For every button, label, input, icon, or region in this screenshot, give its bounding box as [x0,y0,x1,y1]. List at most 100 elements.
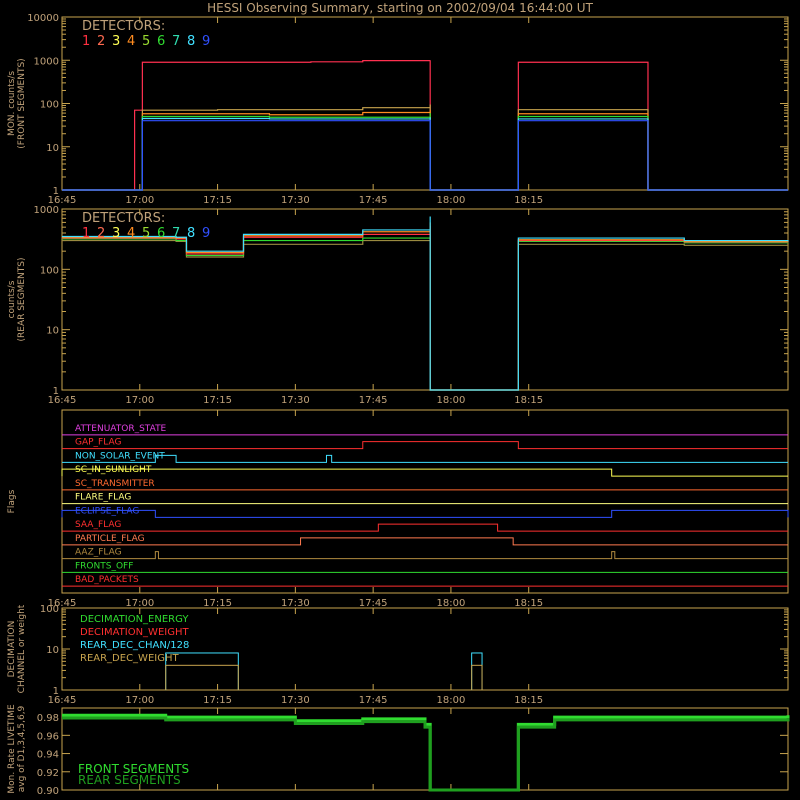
y-axis-label: Mon. Rate LIVETIME [7,704,17,794]
decimation-legend-0: DECIMATION_ENERGY [80,614,189,625]
x-tick-label: 17:30 [281,598,310,609]
legend-title: DETECTORS: [82,19,165,34]
flag-label-eclipse-flag: ECLIPSE_FLAG [75,506,139,516]
x-tick-label: 18:00 [437,195,466,206]
series-rear-2 [62,226,789,391]
flag-label-saa-flag: SAA_FLAG [75,520,121,530]
x-tick-label: 17:00 [125,395,154,406]
legend-detector-9: 9 [202,34,210,49]
y-tick-label: 0.94 [37,750,59,761]
legend-detector-5: 5 [142,34,150,49]
y-axis-label: CHANNEL or weight [17,604,27,693]
legend-detector-3: 3 [112,34,120,49]
y-tick-label: 10000 [27,13,59,24]
y-tick-label: 0.98 [37,713,59,724]
x-tick-label: 18:00 [437,695,466,706]
y-tick-label: 100 [40,604,59,615]
panel-frame-front [61,16,789,191]
decimation-box-0-1 [471,652,483,691]
decimation-legend-2: REAR_DEC_CHAN/128 [80,640,189,651]
y-axis-label: MON. counts/s [7,71,17,136]
series-front-4 [62,117,788,191]
y-axis-label: Flags [7,489,17,513]
flag-label-non-solar-event: NON_SOLAR_EVENT [75,451,165,461]
x-tick-label: 17:15 [203,395,232,406]
y-axis-label: DECIMATION [7,621,17,678]
x-tick-label: 17:45 [359,598,388,609]
y-tick-label: 1 [53,686,59,697]
y-axis-label: avg of D1,3,4,5,6,9 [17,705,27,792]
x-tick-label: 17:45 [359,395,388,406]
legend-detector-1: 1 [82,34,90,49]
legend-detector-8: 8 [187,226,195,241]
series-front-0 [62,60,788,191]
flag-label-sc-transmitter: SC_TRANSMITTER [75,479,155,489]
x-tick-label: 17:15 [203,195,232,206]
y-tick-label: 10 [46,143,59,154]
legend-detector-8: 8 [187,34,195,49]
flag-label-sc-in-sunlight: SC_IN_SUNLIGHT [75,465,152,475]
x-tick-label: 17:00 [125,598,154,609]
y-tick-label: 1000 [34,56,59,67]
flag-label-attenuator-state: ATTENUATOR_STATE [75,424,167,434]
decimation-legend-3: REAR_DEC_WEIGHT [80,653,179,664]
y-tick-label: 1 [53,386,59,397]
decimation-legend-1: DECIMATION_WEIGHT [80,627,189,638]
flag-trace-non-solar-event [62,454,788,463]
series-front-3 [62,113,788,191]
legend-detector-6: 6 [157,226,165,241]
series-front-5 [62,119,788,191]
y-axis-label: (REAR SEGMENTS) [17,257,27,341]
series-front-2 [62,110,788,191]
legend-detector-5: 5 [142,226,150,241]
legend-detector-2: 2 [97,34,105,49]
flag-label-gap-flag: GAP_FLAG [75,438,121,448]
decimation-box-1-0 [165,664,239,691]
y-tick-label: 100 [40,265,59,276]
y-tick-label: 0.92 [37,768,59,779]
x-tick-label: 17:45 [359,195,388,206]
flag-label-bad-packets: BAD_PACKETS [75,575,139,585]
y-tick-label: 100 [40,100,59,111]
legend-detector-9: 9 [202,226,210,241]
x-tick-label: 17:30 [281,195,310,206]
flag-label-flare-flag: FLARE_FLAG [75,493,131,503]
y-tick-label: 1000 [34,205,59,216]
legend-detector-7: 7 [172,226,180,241]
legend-detector-1: 1 [82,226,90,241]
x-tick-label: 17:00 [125,695,154,706]
flag-trace-eclipse-flag [61,509,789,518]
y-tick-label: 10 [46,645,59,656]
x-tick-label: 18:00 [437,395,466,406]
x-tick-label: 17:15 [203,695,232,706]
y-tick-label: 0.90 [37,786,59,797]
x-tick-label: 17:30 [281,395,310,406]
legend-detector-2: 2 [97,226,105,241]
x-tick-label: 17:45 [359,695,388,706]
flag-trace-particle-flag [62,537,788,546]
livetime-legend-1: REAR SEGMENTS [78,773,181,787]
series-rear-1 [62,234,789,391]
legend-detector-6: 6 [157,34,165,49]
flag-label-aaz-flag: AAZ_FLAG [75,548,122,558]
series-rear-3 [62,222,789,391]
x-tick-label: 18:15 [514,695,543,706]
legend-title: DETECTORS: [82,211,165,226]
flag-trace-aaz-flag [62,551,788,560]
x-tick-label: 17:30 [281,695,310,706]
x-tick-label: 18:15 [514,395,543,406]
decimation-box-1-1 [471,664,483,691]
legend-detector-3: 3 [112,226,120,241]
x-tick-label: 17:00 [125,195,154,206]
flag-trace-saa-flag [62,523,788,532]
flag-label-particle-flag: PARTICLE_FLAG [75,534,145,544]
legend-detector-4: 4 [127,226,135,241]
x-tick-label: 17:15 [203,598,232,609]
flag-label-fronts-off: FRONTS_OFF [75,561,133,571]
legend-detector-7: 7 [172,34,180,49]
legend-detector-4: 4 [127,34,135,49]
y-axis-label: (FRONT SEGMENTS) [17,58,27,148]
series-rear-4 [62,216,789,391]
y-tick-label: 0.96 [37,731,59,742]
y-tick-label: 1 [53,186,59,197]
